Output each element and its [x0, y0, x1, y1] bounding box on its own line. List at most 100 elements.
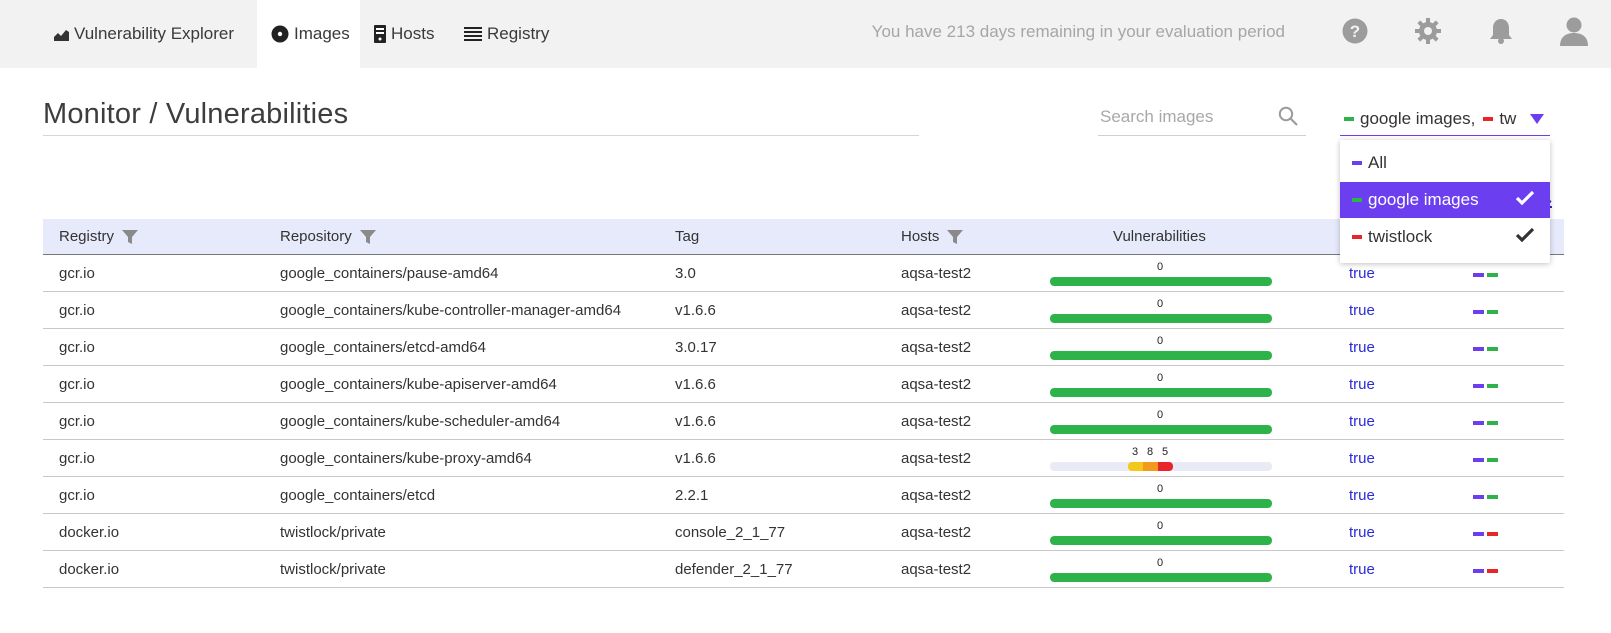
vulnerability-count: 0	[1157, 298, 1164, 310]
option-label: google images	[1368, 190, 1479, 209]
vulnerability-count: 0	[1157, 409, 1164, 421]
collection-swatches	[1473, 532, 1501, 536]
tab-images[interactable]: Images	[257, 0, 360, 68]
table-row[interactable]: gcr.io google_containers/kube-scheduler-a…	[43, 403, 1564, 440]
vulnerability-bar[interactable]	[1050, 425, 1272, 434]
vulnerability-bar[interactable]	[1050, 314, 1272, 323]
user-icon[interactable]	[1559, 16, 1589, 46]
table-row[interactable]: gcr.io google_containers/etcd 2.2.1 aqsa-te…	[43, 477, 1564, 514]
table-row[interactable]: gcr.io google_containers/kube-proxy-amd64…	[43, 440, 1564, 477]
cell-tag: defender_2_1_77	[675, 561, 793, 578]
cell-tag: 3.0.17	[675, 339, 717, 356]
vulnerability-count: 0	[1157, 557, 1164, 569]
vulnerability-bar[interactable]	[1050, 277, 1272, 286]
tab-vulnerability-explorer[interactable]: Vulnerability Explorer	[40, 0, 248, 68]
table-row[interactable]: gcr.io google_containers/kube-controller-…	[43, 292, 1564, 329]
tab-label: Hosts	[391, 24, 435, 43]
cell-registry: gcr.io	[59, 265, 95, 282]
header-label: Tag	[675, 228, 700, 245]
table-row[interactable]: docker.io twistlock/private console_2_1_77…	[43, 514, 1564, 551]
collection-swatch	[1473, 532, 1484, 536]
cell-compliance-link[interactable]: true	[1349, 376, 1375, 393]
header-label: Repository	[280, 228, 352, 245]
column-header-tag[interactable]: Tag	[675, 228, 699, 245]
collection-swatches	[1473, 384, 1501, 388]
vulnerability-bar[interactable]	[1050, 573, 1272, 582]
vulnerability-bar[interactable]	[1050, 536, 1272, 545]
tab-label: Registry	[487, 24, 550, 43]
search-icon[interactable]	[1278, 106, 1298, 131]
dropdown-option-twistlock[interactable]: twistlock	[1340, 219, 1550, 255]
cell-compliance-link[interactable]: true	[1349, 302, 1375, 319]
dropdown-option-google-images[interactable]: google images	[1340, 182, 1550, 218]
cell-registry: docker.io	[59, 524, 120, 541]
collections-select[interactable]: google images, tw	[1340, 102, 1550, 136]
filter-icon[interactable]	[359, 229, 376, 245]
vulnerability-count: 0	[1157, 261, 1164, 273]
cell-registry: gcr.io	[59, 450, 95, 467]
tab-registry[interactable]: Registry	[450, 0, 563, 68]
column-header-repository[interactable]: Repository	[280, 228, 376, 245]
table-row[interactable]: gcr.io google_containers/etcd-amd64 3.0.17…	[43, 329, 1564, 366]
header-label: Hosts	[901, 228, 940, 245]
cell-repository: google_containers/etcd-amd64	[280, 339, 486, 356]
cell-registry: gcr.io	[59, 339, 95, 356]
cell-compliance-link[interactable]: true	[1349, 487, 1375, 504]
cell-compliance-link[interactable]: true	[1349, 524, 1375, 541]
tab-hosts[interactable]: Hosts	[360, 0, 448, 68]
table-row[interactable]: gcr.io google_containers/kube-apiserver-a…	[43, 366, 1564, 403]
collection-swatches	[1473, 347, 1501, 351]
table-header: Registry Repository Tag Hosts Vulnerabil…	[43, 219, 1564, 255]
collection-swatch	[1487, 532, 1498, 536]
cell-hosts: aqsa-test2	[901, 450, 972, 467]
vulnerability-bar[interactable]	[1050, 462, 1272, 471]
vulnerability-bar-fill	[1050, 573, 1272, 582]
table-row[interactable]: gcr.io google_containers/pause-amd64 3.0 aq…	[43, 255, 1564, 292]
chevron-down-icon[interactable]	[1530, 114, 1544, 124]
dropdown-option-all[interactable]: All	[1340, 145, 1550, 181]
cell-registry: gcr.io	[59, 413, 95, 430]
cell-compliance-link[interactable]: true	[1349, 339, 1375, 356]
bell-icon[interactable]	[1486, 16, 1516, 46]
cell-compliance-link[interactable]: true	[1349, 450, 1375, 467]
cell-repository: google_containers/kube-apiserver-amd64	[280, 376, 557, 393]
collection-swatches	[1473, 495, 1501, 499]
cell-compliance-link[interactable]: true	[1349, 265, 1375, 282]
collections-select-value-overflow: tw	[1499, 108, 1517, 128]
cell-hosts: aqsa-test2	[901, 524, 972, 541]
page-title: Monitor / Vulnerabilities	[43, 98, 349, 130]
vulnerability-count: 0	[1157, 483, 1164, 495]
gear-icon[interactable]	[1413, 16, 1443, 46]
cell-compliance-link[interactable]: true	[1349, 413, 1375, 430]
search-box[interactable]	[1098, 102, 1306, 136]
vulnerability-bar-fill	[1050, 388, 1272, 397]
collections-dropdown: All google images twistlock	[1340, 140, 1550, 263]
vulnerability-bar[interactable]	[1050, 499, 1272, 508]
vulnerability-bar[interactable]	[1050, 351, 1272, 360]
column-header-hosts[interactable]: Hosts	[901, 228, 964, 245]
checkmark-icon	[1515, 227, 1535, 248]
help-icon[interactable]: ?	[1340, 16, 1370, 46]
filter-icon[interactable]	[947, 229, 964, 245]
option-label: twistlock	[1368, 227, 1433, 246]
collection-swatch	[1487, 421, 1498, 425]
vulnerability-bar-fill	[1050, 277, 1272, 286]
collection-swatch	[1487, 347, 1498, 351]
filter-icon[interactable]	[122, 229, 139, 245]
table-row[interactable]: docker.io twistlock/private defender_2_1_7…	[43, 551, 1564, 588]
collection-swatch	[1473, 569, 1484, 573]
cell-repository: google_containers/kube-scheduler-amd64	[280, 413, 561, 430]
collection-swatch	[1487, 495, 1498, 499]
column-header-registry[interactable]: Registry	[59, 228, 139, 245]
vulnerability-bar[interactable]	[1050, 388, 1272, 397]
collection-swatch	[1487, 273, 1498, 277]
severity-segment	[1158, 462, 1173, 471]
vulnerability-bar-fill	[1050, 314, 1272, 323]
collection-swatches	[1473, 458, 1501, 462]
tab-label: Vulnerability Explorer	[74, 24, 234, 43]
svg-text:?: ?	[1350, 22, 1360, 41]
column-header-vulnerabilities[interactable]: Vulnerabilities	[1113, 228, 1206, 245]
collection-swatch	[1473, 495, 1484, 499]
search-input[interactable]	[1098, 102, 1268, 132]
cell-compliance-link[interactable]: true	[1349, 561, 1375, 578]
